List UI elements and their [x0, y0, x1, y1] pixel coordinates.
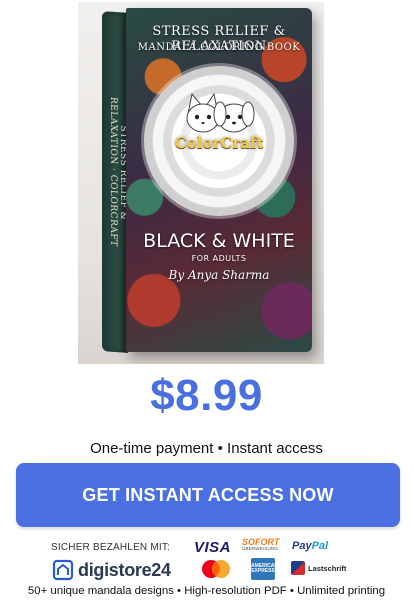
digistore-name: digistore24: [78, 559, 171, 580]
price: $8.99: [150, 371, 263, 420]
book-cover: STRESS RELIEF & RELAXATION MANDALA COLOR…: [126, 8, 312, 352]
mastercard-icon: [202, 560, 230, 578]
cover-subtitle-line: MANDALA COLORING BOOK: [137, 42, 301, 53]
book-spine: STRESS RELIEF & RELAXATION · COLORCRAFT: [102, 11, 128, 353]
get-instant-access-button[interactable]: GET INSTANT ACCESS NOW: [16, 463, 400, 527]
product-image: STRESS RELIEF & RELAXATION · COLORCRAFT …: [78, 2, 324, 364]
cover-brand-logo: ColorCraft: [174, 134, 264, 152]
paypal-logo: PayPal: [292, 540, 328, 552]
digistore24-logo: digistore24: [52, 558, 171, 582]
amex-line-2: EXPRESS: [251, 568, 275, 574]
cover-author: By Anya Sharma: [168, 268, 270, 282]
paypal-part-2: Pal: [311, 540, 329, 552]
lastschrift-logo: Lastschrift: [291, 561, 346, 575]
cover-black-white: BLACK & WHITE: [143, 230, 295, 252]
paypal-part-1: Pay: [292, 540, 312, 552]
lastschrift-label: Lastschrift: [308, 563, 347, 573]
sofort-sublabel: ÜBERWEISUNG: [242, 546, 279, 551]
cover-audience: FOR ADULTS: [191, 254, 247, 263]
spine-text: STRESS RELIEF & RELAXATION · COLORCRAFT: [108, 96, 128, 248]
sofort-logo: SOFORT ÜBERWEISUNG: [242, 538, 286, 552]
payment-note: One-time payment • Instant access: [90, 440, 323, 457]
features-list: 50+ unique mandala designs • High-resolu…: [27, 585, 386, 597]
digistore-icon: [52, 559, 74, 581]
secure-payment-label: SICHER BEZAHLEN MIT:: [51, 542, 171, 553]
visa-logo: VISA: [194, 539, 232, 556]
american-express-logo: AMERICAN EXPRESS: [251, 558, 278, 580]
lastschrift-icon: [291, 561, 305, 575]
